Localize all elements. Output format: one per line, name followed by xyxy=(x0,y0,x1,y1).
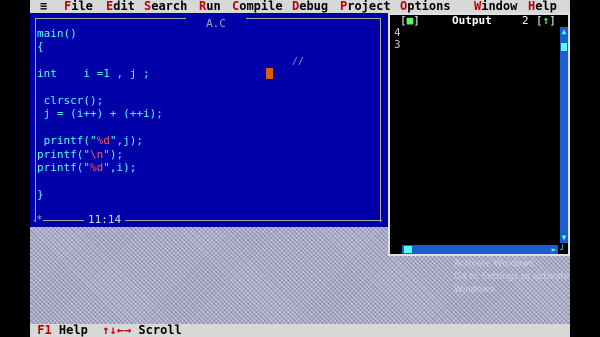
resize-corner-icon[interactable]: ┘ xyxy=(560,245,568,254)
turbo-c-ide: ≡ File Edit Search Run Compile Debug Pro… xyxy=(30,0,570,337)
code-line[interactable]: main() xyxy=(37,27,377,40)
output-titlebar[interactable]: [■] Output 2 [↑] xyxy=(390,15,568,26)
code-line[interactable] xyxy=(37,81,377,94)
menu-debug-label: ebug xyxy=(299,0,329,13)
editor-window[interactable]: A.C main(){int i =1 , j ; clrscr(); j = … xyxy=(30,13,388,227)
editor-status-line: * 11:14 xyxy=(34,213,382,227)
menu-project-label: roject xyxy=(347,0,391,13)
menu-search[interactable]: Search xyxy=(144,0,187,13)
cursor-position: 11:14 xyxy=(84,213,126,227)
watermark-line: Activate Windows xyxy=(454,259,534,269)
window-number: 2 xyxy=(522,14,529,27)
menu-bar: ≡ File Edit Search Run Compile Debug Pro… xyxy=(30,0,570,13)
scroll-label: Scroll xyxy=(138,323,182,337)
menu-help[interactable]: Help xyxy=(528,0,557,13)
help-label: Help xyxy=(58,323,88,337)
string-literal: \n xyxy=(89,147,104,161)
code-line[interactable]: clrscr(); xyxy=(37,94,377,107)
help-status-bar: F1 Help ↑↓←→ Scroll xyxy=(30,324,570,337)
menu-compile-label: ompile xyxy=(239,0,283,13)
scroll-right-icon[interactable]: ► xyxy=(550,245,558,254)
activate-windows-watermark: Activate Windows Go to Settings to activ… xyxy=(454,258,569,297)
code-line[interactable] xyxy=(37,54,377,67)
watermark-line: Go to Settings to activate xyxy=(454,272,570,282)
menu-run-label: un xyxy=(206,0,221,13)
code-line[interactable]: j = (i++) + (++i); xyxy=(37,107,377,120)
code-line[interactable]: printf("%d",j); xyxy=(37,134,377,147)
string-literal: %d xyxy=(96,134,110,148)
menu-search-label: earch xyxy=(151,0,188,13)
code-line[interactable]: } xyxy=(37,188,377,201)
output-text: 4 3 xyxy=(394,27,401,51)
zoom-button[interactable]: [↑] xyxy=(536,15,556,26)
output-window[interactable]: [■] Output 2 [↑] 4 3 ▲ ▼ ◄ ► ┘ xyxy=(388,13,570,256)
scroll-hint: ↑↓←→ Scroll xyxy=(102,323,182,337)
help-hint[interactable]: F1 Help xyxy=(30,323,88,337)
menu-options[interactable]: Options xyxy=(400,0,451,13)
horizontal-scrollbar[interactable]: ◄ ► xyxy=(402,245,558,254)
output-line: 3 xyxy=(394,38,401,51)
menu-file-label: ile xyxy=(71,0,93,13)
code-line[interactable]: printf("\n"); xyxy=(37,148,377,161)
comment-mark: // xyxy=(292,56,305,67)
vertical-scroll-thumb[interactable] xyxy=(561,43,567,51)
scroll-up-icon[interactable]: ▲ xyxy=(560,27,568,37)
system-menu-icon[interactable]: ≡ xyxy=(40,0,47,13)
scroll-down-icon[interactable]: ▼ xyxy=(560,233,568,243)
code-line[interactable]: { xyxy=(37,40,377,53)
code-area[interactable]: main(){ int i =1 , j ; clrscr(); j = (i++… xyxy=(37,27,377,201)
code-line[interactable]: int i =1 , j ; xyxy=(37,67,377,80)
zoom-icon: ↑ xyxy=(542,14,550,27)
menu-window-label: indow xyxy=(481,0,518,13)
string-literal: %d xyxy=(89,160,104,174)
code-line[interactable]: printf("%d",i); xyxy=(37,161,377,174)
vertical-scrollbar[interactable]: ▲ ▼ xyxy=(560,27,568,243)
help-key: F1 xyxy=(37,323,52,337)
scroll-arrows-icon: ↑↓←→ xyxy=(102,323,132,337)
menu-edit[interactable]: Edit xyxy=(106,0,135,13)
horizontal-scroll-thumb[interactable] xyxy=(404,246,412,253)
text-cursor xyxy=(266,68,273,79)
close-icon: ■ xyxy=(406,14,414,27)
menu-compile[interactable]: Compile xyxy=(232,0,283,13)
menu-debug[interactable]: Debug xyxy=(292,0,328,13)
menu-project[interactable]: Project xyxy=(340,0,391,13)
menu-run[interactable]: Run xyxy=(199,0,221,13)
menu-options-label: ptions xyxy=(407,0,451,13)
menu-file[interactable]: File xyxy=(64,0,93,13)
code-line[interactable] xyxy=(37,121,377,134)
close-button[interactable]: [■] xyxy=(400,15,420,26)
menu-window[interactable]: Window xyxy=(474,0,517,13)
code-line[interactable] xyxy=(37,174,377,187)
menu-help-label: elp xyxy=(535,0,557,13)
watermark-line: Windows. xyxy=(454,285,498,295)
modified-indicator: * xyxy=(36,213,43,227)
output-title: Output xyxy=(448,15,496,26)
menu-edit-label: dit xyxy=(113,0,135,13)
